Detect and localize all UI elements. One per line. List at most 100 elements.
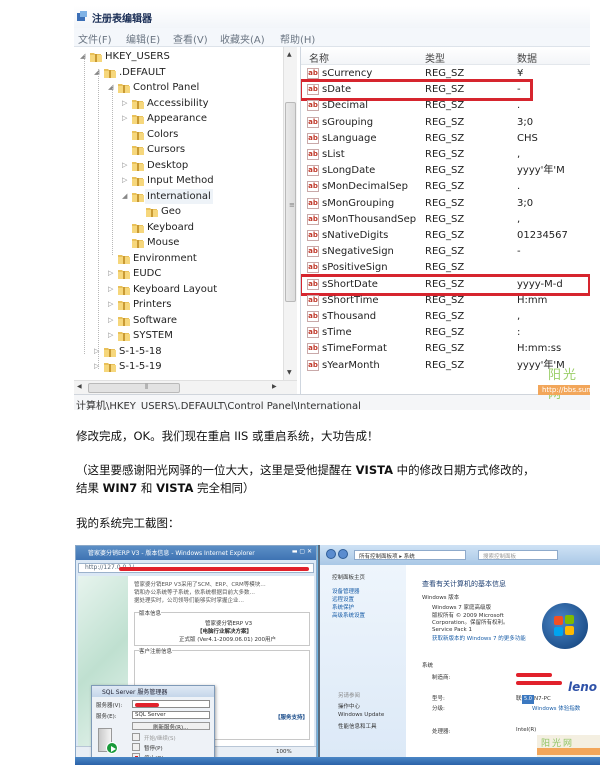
menu-help[interactable]: 帮助(H) [280, 31, 315, 46]
window-controls-icon[interactable]: ▬ ▢ ✕ [292, 548, 312, 555]
device-manager-link[interactable]: 设备管理器 [332, 587, 360, 595]
service-select[interactable]: SQL Server [132, 711, 210, 719]
search-input[interactable]: 搜索控制面板 [478, 550, 558, 560]
value-row-sshorttime[interactable]: ab sShortTime REG_SZ H:mm [301, 293, 590, 309]
system-protection-link[interactable]: 系统保护 [332, 603, 354, 611]
rating-link[interactable]: Windows 体验指数 [532, 704, 580, 712]
collapsed-arrow-icon[interactable]: ▷ [108, 266, 116, 281]
collapsed-arrow-icon[interactable]: ▷ [108, 297, 116, 312]
value-type: REG_SZ [425, 165, 465, 177]
value-row-sthousand[interactable]: ab sThousand REG_SZ, [301, 309, 590, 325]
action-center-link[interactable]: 操作中心 [338, 702, 360, 710]
paragraph-done: 修改完成，OK。我们现在重启 IIS 或重启系统，大功告成！ [76, 429, 379, 443]
value-data: 3;0 [517, 116, 534, 128]
search-placeholder: 搜索控制面板 [483, 554, 517, 560]
expanded-arrow-icon[interactable]: ◢ [122, 189, 130, 204]
copyright-2: Corporation。保留所有权利。 [432, 620, 509, 626]
advanced-settings-link[interactable]: 高级系统设置 [332, 611, 365, 619]
scrollbar-thumb[interactable]: ⦀ [88, 383, 180, 393]
collapsed-arrow-icon[interactable]: ▷ [122, 158, 130, 173]
menu-bar: 文件(F) 编辑(E) 查看(V) 收藏夹(A) 帮助(H) [74, 28, 590, 47]
value-type: REG_SZ [425, 181, 465, 193]
string-value-icon: ab [307, 343, 319, 355]
collapsed-arrow-icon[interactable]: ▷ [122, 111, 130, 126]
string-value-icon: ab [307, 116, 319, 128]
folder-icon [118, 285, 130, 295]
scroll-left-arrow-icon[interactable]: ◀ [77, 383, 82, 390]
value-row-snativedigits[interactable]: ab sNativeDigits REG_SZ 01234567 [301, 228, 590, 244]
scroll-right-arrow-icon[interactable]: ▶ [272, 383, 277, 390]
ie-address-bar[interactable]: http://127.0.0.1/ [78, 563, 314, 573]
ie-title: 管家婆分销ERP V3 - 版本信息 - Windows Internet Ex… [88, 550, 255, 557]
scroll-up-arrow-icon[interactable]: ▲ [287, 51, 292, 58]
more-features-link[interactable]: 获取新版本的 Windows 7 的更多功能 [432, 634, 526, 642]
forward-button[interactable] [338, 549, 348, 559]
windows-update-link[interactable]: Windows Update [338, 712, 384, 718]
value-row-smondecimalsep[interactable]: ab sMonDecimalSep REG_SZ. [301, 179, 590, 195]
tree-node-label: Software [133, 314, 178, 326]
control-panel-system-window: 所有控制面板项 ▸ 系统 搜索控制面板 控制面板主页 设备管理器 远程设置 系统… [318, 545, 600, 757]
tree-vertical-scrollbar[interactable]: ▲ ≡ ▼ [283, 47, 297, 380]
remote-settings-link[interactable]: 远程设置 [332, 595, 354, 603]
value-row-slist[interactable]: ab sList REG_SZ, [301, 147, 590, 163]
text-vista: VISTA [156, 481, 194, 495]
menu-edit[interactable]: 编辑(E) [126, 31, 160, 46]
string-value-icon: ab [307, 213, 319, 225]
service-pack: Service Pack 1 [432, 627, 472, 633]
scrollbar-thumb[interactable]: ≡ [285, 102, 296, 302]
value-row-sdecimal[interactable]: ab sDecimal REG_SZ. [301, 98, 590, 114]
collapsed-arrow-icon[interactable]: ▷ [122, 173, 130, 188]
start-button[interactable] [132, 733, 140, 741]
tree-guide-line [112, 85, 113, 255]
value-row-snegativesign[interactable]: ab sNegativeSign REG_SZ - [301, 244, 590, 260]
value-row-smonthousandsep[interactable]: ab sMonThousandSep REG_SZ, [301, 212, 590, 228]
system-screenshot: 管家婆分销ERP V3 - 版本信息 - Windows Internet Ex… [75, 545, 600, 765]
back-button[interactable] [326, 549, 336, 559]
column-header-data[interactable]: 数据 [517, 50, 537, 65]
grip-icon: ⦀ [145, 383, 149, 391]
control-panel-toolbar: 所有控制面板项 ▸ 系统 搜索控制面板 [320, 545, 600, 565]
tree-horizontal-scrollbar[interactable]: ◀ ⦀ ▶ [74, 380, 297, 394]
value-row-smongrouping[interactable]: ab sMonGrouping REG_SZ 3;0 [301, 196, 590, 212]
value-type: REG_SZ [425, 311, 465, 322]
value-row-slanguage[interactable]: ab sLanguage REG_SZ CHS [301, 131, 590, 147]
value-name: sList [322, 149, 345, 160]
folder-icon [104, 68, 116, 78]
folder-icon [118, 301, 130, 310]
value-row-stimeformat[interactable]: ab sTimeFormat REG_SZ H:mm:ss [301, 341, 590, 357]
refresh-services-button[interactable]: 刷新服务(R)... [132, 722, 210, 731]
performance-tools-link[interactable]: 性能信息和工具 [338, 722, 377, 730]
folder-icon [132, 177, 144, 186]
value-name: sNegativeSign [322, 246, 394, 258]
collapsed-arrow-icon[interactable]: ▷ [108, 313, 116, 328]
collapsed-arrow-icon[interactable]: ▷ [108, 282, 116, 297]
server-select[interactable] [132, 700, 210, 708]
column-header-name[interactable]: 名称 [309, 50, 329, 65]
value-name: sYearMonth [322, 359, 380, 371]
collapsed-arrow-icon[interactable]: ▷ [108, 328, 116, 343]
collapsed-arrow-icon[interactable]: ▷ [122, 96, 130, 111]
control-panel-main: 查看有关计算机的基本信息 Windows 版本 Windows 7 家庭高级版 … [406, 565, 600, 757]
scroll-down-arrow-icon[interactable]: ▼ [287, 369, 292, 376]
ie-zoom-level[interactable]: 100% [276, 749, 292, 755]
value-type: REG_SZ [425, 294, 465, 306]
value-data: H:mm [517, 294, 548, 306]
value-row-stime[interactable]: ab sTime REG_SZ: [301, 325, 590, 341]
value-row-slongdate[interactable]: ab sLongDate REG_SZ yyyy'年'M [301, 163, 590, 179]
menu-file[interactable]: 文件(F) [78, 31, 112, 46]
column-header-type[interactable]: 类型 [425, 50, 445, 65]
breadcrumb[interactable]: 所有控制面板项 ▸ 系统 [354, 550, 466, 560]
ie-intro-text: 据处理实时，公司领导们能够实时掌握企业… [134, 598, 245, 604]
support-link[interactable]: 【服务支持】 [275, 713, 308, 721]
pause-button[interactable] [132, 743, 140, 751]
value-row-sgrouping[interactable]: ab sGrouping REG_SZ 3;0 [301, 115, 590, 131]
control-panel-sidebar: 控制面板主页 设备管理器 远程设置 系统保护 高级系统设置 另请参阅 操作中心 … [320, 565, 406, 757]
folder-icon [118, 270, 130, 279]
control-panel-home-link[interactable]: 控制面板主页 [332, 573, 365, 581]
menu-view[interactable]: 查看(V) [173, 31, 208, 46]
string-value-icon: ab [307, 359, 319, 371]
string-value-icon: ab [307, 132, 319, 144]
server-label: 服务器(V): [96, 703, 123, 709]
menu-favorites[interactable]: 收藏夹(A) [220, 31, 265, 46]
tree-node-label: .DEFAULT [119, 66, 166, 78]
